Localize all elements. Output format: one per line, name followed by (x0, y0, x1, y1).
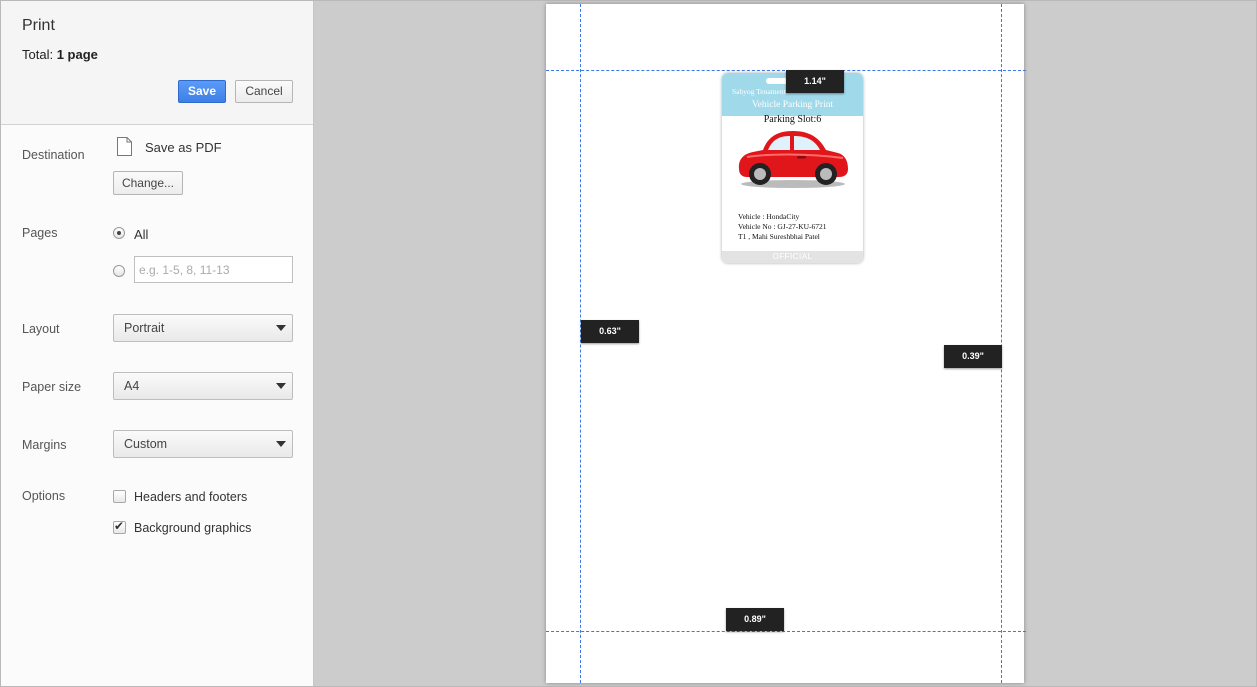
card-vehicle: Vehicle : HondaCity (738, 212, 800, 221)
print-dialog: Print Total: 1 page Save Cancel Destinat… (0, 0, 1257, 687)
chevron-down-icon (276, 325, 286, 331)
options-label: Options (22, 489, 66, 503)
pages-all-radio[interactable] (113, 227, 125, 239)
bottom-margin-value[interactable]: 0.89" (726, 608, 784, 631)
left-margin-guide[interactable] (580, 4, 581, 683)
destination-label: Destination (22, 148, 85, 162)
pages-label: Pages (22, 226, 58, 240)
print-header: Print Total: 1 page Save Cancel (1, 1, 313, 125)
card-footer: OFFICIAL (722, 251, 863, 263)
paper-size-select[interactable]: A4 (113, 372, 293, 400)
card-owner: T1 , Mahi Sureshbhai Patel (738, 232, 820, 241)
margins-value: Custom (124, 437, 168, 451)
card-parking-slot: Parking Slot:6 (763, 114, 822, 125)
bottom-margin-guide[interactable] (546, 631, 1026, 632)
save-button[interactable]: Save (178, 80, 226, 103)
background-graphics-label: Background graphics (134, 521, 252, 535)
headers-footers-checkbox[interactable] (113, 490, 126, 503)
card-title: Vehicle Parking Print (751, 100, 834, 110)
card-vehicle-number: Vehicle No : GJ-27-KU-6721 (738, 222, 827, 231)
headers-footers-label: Headers and footers (134, 490, 248, 504)
layout-select[interactable]: Portrait (113, 314, 293, 342)
paper-size-label: Paper size (22, 380, 82, 394)
document-icon (117, 137, 132, 156)
destination-name: Save as PDF (145, 140, 222, 155)
margins-select[interactable]: Custom (113, 430, 293, 458)
layout-value: Portrait (124, 321, 165, 335)
cancel-button[interactable]: Cancel (235, 80, 293, 103)
right-margin-value[interactable]: 0.39" (944, 345, 1002, 368)
parking-card: Sahyog Tenament Vehicle Parking Print Pa… (722, 73, 863, 263)
dialog-title: Print (22, 17, 55, 34)
chevron-down-icon (276, 383, 286, 389)
total-value: 1 page (56, 47, 98, 62)
total-pages: Total: 1 page (22, 47, 98, 62)
background-graphics-checkbox[interactable] (113, 519, 126, 534)
pages-range-radio[interactable] (113, 265, 125, 277)
left-margin-value[interactable]: 0.63" (581, 320, 639, 343)
card-organization: Sahyog Tenament (732, 87, 786, 96)
change-destination-button[interactable]: Change... (113, 171, 183, 195)
margins-label: Margins (22, 438, 67, 452)
right-margin-guide[interactable] (1001, 4, 1002, 683)
layout-label: Layout (22, 322, 60, 336)
total-label: Total: (22, 47, 54, 62)
car-icon (738, 131, 848, 188)
pages-range-input[interactable] (134, 256, 293, 283)
chevron-down-icon (276, 441, 286, 447)
paper-size-value: A4 (124, 379, 140, 393)
print-settings-sidebar: Print Total: 1 page Save Cancel Destinat… (1, 1, 314, 686)
pages-all-label: All (134, 227, 149, 242)
top-margin-value[interactable]: 1.14" (786, 70, 844, 93)
